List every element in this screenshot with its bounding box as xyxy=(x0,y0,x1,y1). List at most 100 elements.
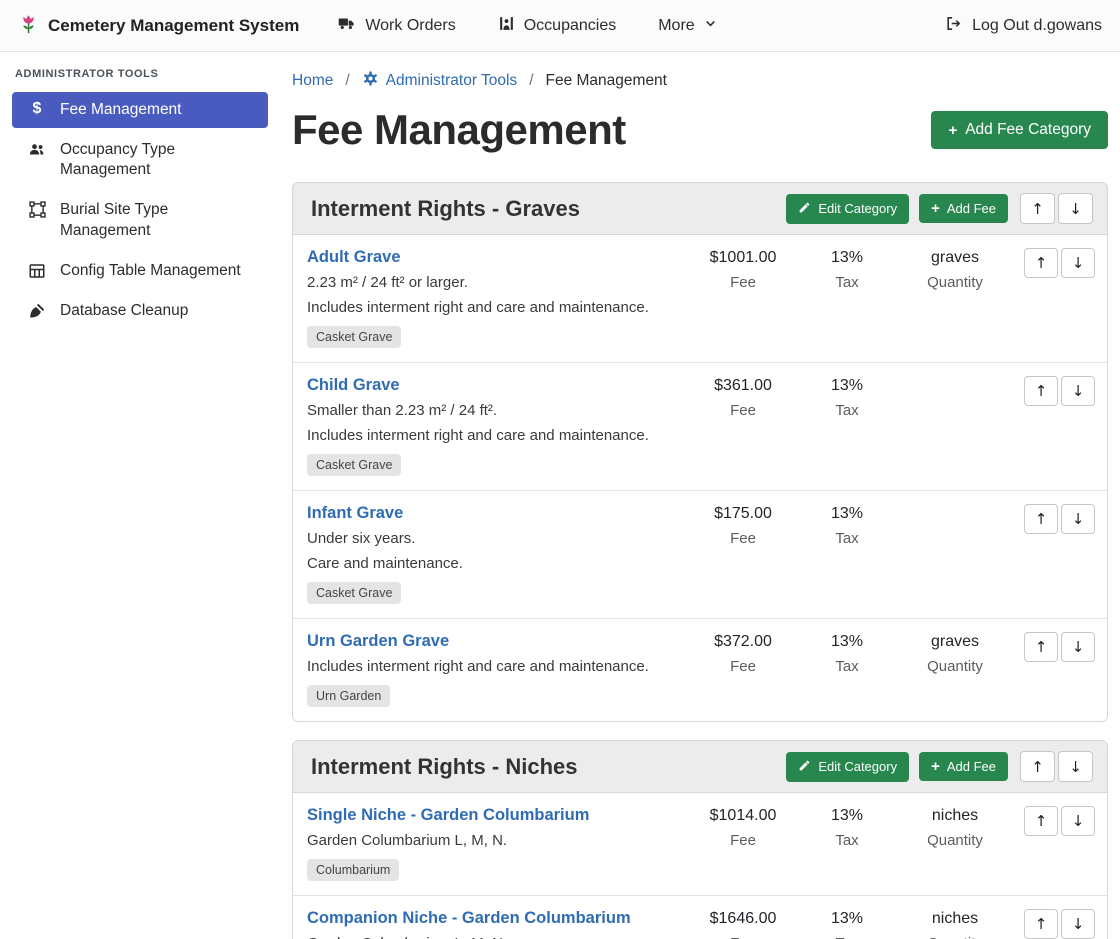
quantity-value: graves xyxy=(899,249,1011,267)
sidebar-item-fee-management[interactable]: $ Fee Management xyxy=(12,92,268,128)
tax-label: Tax xyxy=(795,658,899,675)
fee-description: 2.23 m² / 24 ft² or larger. xyxy=(307,274,683,291)
fee-name-link[interactable]: Child Grave xyxy=(307,376,400,395)
nav-item-more[interactable]: More xyxy=(658,17,716,35)
edit-category-button[interactable]: Edit Category xyxy=(786,194,909,224)
move-fee-up-button[interactable]: ↑ xyxy=(1024,632,1058,662)
nav-item-work-orders[interactable]: Work Orders xyxy=(337,15,455,37)
move-fee-down-button[interactable]: ↓ xyxy=(1061,806,1095,836)
quantity-column xyxy=(899,376,1011,377)
tax-label: Tax xyxy=(795,274,899,291)
fee-tag: Urn Garden xyxy=(307,685,390,707)
down-arrow-icon: ↓ xyxy=(1072,812,1085,830)
vector-square-icon xyxy=(26,201,48,218)
breadcrumb-admin-tools-link[interactable]: Administrator Tools xyxy=(362,70,518,92)
move-category-up-button[interactable]: ↑ xyxy=(1020,751,1055,782)
tax-column: 13% Tax xyxy=(795,376,899,419)
fee-amount-column: $175.00 Fee xyxy=(691,504,795,547)
fee-name-link[interactable]: Adult Grave xyxy=(307,248,401,267)
category-card-graves: Interment Rights - Graves Edit Category … xyxy=(292,182,1108,722)
move-fee-down-button[interactable]: ↓ xyxy=(1061,504,1095,534)
table-icon xyxy=(26,262,48,280)
move-fee-down-button[interactable]: ↓ xyxy=(1061,909,1095,939)
brand-title: Cemetery Management System xyxy=(48,16,299,36)
nav-item-occupancies[interactable]: Occupancies xyxy=(498,15,617,37)
dollar-icon: $ xyxy=(26,101,48,117)
tax-column: 13% Tax xyxy=(795,806,899,849)
fee-amount: $1001.00 xyxy=(691,249,795,267)
move-category-up-button[interactable]: ↑ xyxy=(1020,193,1055,224)
quantity-column: graves Quantity xyxy=(899,632,1011,675)
fee-amount-label: Fee xyxy=(691,658,795,675)
fee-tag: Casket Grave xyxy=(307,582,401,604)
sidebar-item-database-cleanup[interactable]: Database Cleanup xyxy=(12,293,268,329)
fee-row: Urn Garden Grave Includes interment righ… xyxy=(293,619,1107,721)
fee-description: Garden Columbarium L, M, N. xyxy=(307,832,683,849)
quantity-value: niches xyxy=(899,807,1011,825)
breadcrumb-separator: / xyxy=(345,72,349,90)
pencil-icon xyxy=(798,759,811,775)
sidebar-item-config-table-management[interactable]: Config Table Management xyxy=(12,253,268,289)
fee-row: Companion Niche - Garden Columbarium Gar… xyxy=(293,896,1107,939)
add-fee-category-button[interactable]: + Add Fee Category xyxy=(931,111,1108,149)
move-fee-down-button[interactable]: ↓ xyxy=(1061,632,1095,662)
move-fee-down-button[interactable]: ↓ xyxy=(1061,376,1095,406)
fee-name-link[interactable]: Infant Grave xyxy=(307,504,403,523)
quantity-column: niches Quantity xyxy=(899,806,1011,849)
up-arrow-icon: ↑ xyxy=(1035,915,1048,933)
category-header: Interment Rights - Graves Edit Category … xyxy=(293,183,1107,235)
quantity-column xyxy=(899,504,1011,505)
move-fee-up-button[interactable]: ↑ xyxy=(1024,248,1058,278)
tax-column: 13% Tax xyxy=(795,248,899,291)
up-arrow-icon: ↑ xyxy=(1035,812,1048,830)
move-fee-down-button[interactable]: ↓ xyxy=(1061,248,1095,278)
fee-amount-column: $372.00 Fee xyxy=(691,632,795,675)
sidebar-item-burial-site-type-management[interactable]: Burial Site Type Management xyxy=(12,192,268,248)
quantity-value: niches xyxy=(899,910,1011,928)
add-fee-button[interactable]: + Add Fee xyxy=(919,752,1008,781)
fee-name-link[interactable]: Single Niche - Garden Columbarium xyxy=(307,806,589,825)
fee-amount-column: $1646.00 Fee xyxy=(691,909,795,939)
down-arrow-icon: ↓ xyxy=(1072,510,1085,528)
fee-amount-label: Fee xyxy=(691,935,795,939)
up-arrow-icon: ↑ xyxy=(1031,200,1044,218)
edit-category-button[interactable]: Edit Category xyxy=(786,752,909,782)
move-category-down-button[interactable]: ↓ xyxy=(1058,193,1093,224)
add-fee-button[interactable]: + Add Fee xyxy=(919,194,1008,223)
move-fee-up-button[interactable]: ↑ xyxy=(1024,909,1058,939)
fee-row: Adult Grave 2.23 m² / 24 ft² or larger. … xyxy=(293,235,1107,363)
tax-label: Tax xyxy=(795,402,899,419)
fee-description: Garden Columbarium L, M, N. xyxy=(307,935,683,939)
main-content: Home / Administrator Tools xyxy=(280,52,1120,939)
breadcrumb: Home / Administrator Tools xyxy=(292,70,1108,92)
down-arrow-icon: ↓ xyxy=(1072,254,1085,272)
fee-amount-label: Fee xyxy=(691,274,795,291)
fee-description: Care and maintenance. xyxy=(307,555,683,572)
move-category-down-button[interactable]: ↓ xyxy=(1058,751,1093,782)
move-fee-up-button[interactable]: ↑ xyxy=(1024,806,1058,836)
move-fee-up-button[interactable]: ↑ xyxy=(1024,504,1058,534)
fee-amount: $372.00 xyxy=(691,633,795,651)
sidebar-item-occupancy-type-management[interactable]: Occupancy Type Management xyxy=(12,132,268,188)
top-navbar: Cemetery Management System Work Orders xyxy=(0,0,1120,52)
sidebar-item-label: Config Table Management xyxy=(60,261,241,281)
plus-icon: + xyxy=(931,201,940,216)
gear-icon xyxy=(362,70,379,92)
breadcrumb-home-link[interactable]: Home xyxy=(292,72,333,90)
truck-icon xyxy=(337,15,356,37)
tax-value: 13% xyxy=(795,633,899,651)
fee-amount: $1646.00 xyxy=(691,910,795,928)
move-fee-up-button[interactable]: ↑ xyxy=(1024,376,1058,406)
quantity-label: Quantity xyxy=(899,832,1011,849)
breadcrumb-separator: / xyxy=(529,72,533,90)
fee-name-link[interactable]: Urn Garden Grave xyxy=(307,632,449,651)
fee-name-link[interactable]: Companion Niche - Garden Columbarium xyxy=(307,909,631,928)
category-header: Interment Rights - Niches Edit Category … xyxy=(293,741,1107,793)
down-arrow-icon: ↓ xyxy=(1069,758,1082,776)
logout-button[interactable]: Log Out d.gowans xyxy=(944,15,1102,37)
fee-row: Child Grave Smaller than 2.23 m² / 24 ft… xyxy=(293,363,1107,491)
admin-tools-sidebar: ADMINISTRATOR TOOLS $ Fee Management Occ… xyxy=(0,52,280,939)
nav-item-label: Occupancies xyxy=(524,17,617,35)
plus-icon: + xyxy=(931,759,940,774)
fee-row: Single Niche - Garden Columbarium Garden… xyxy=(293,793,1107,896)
